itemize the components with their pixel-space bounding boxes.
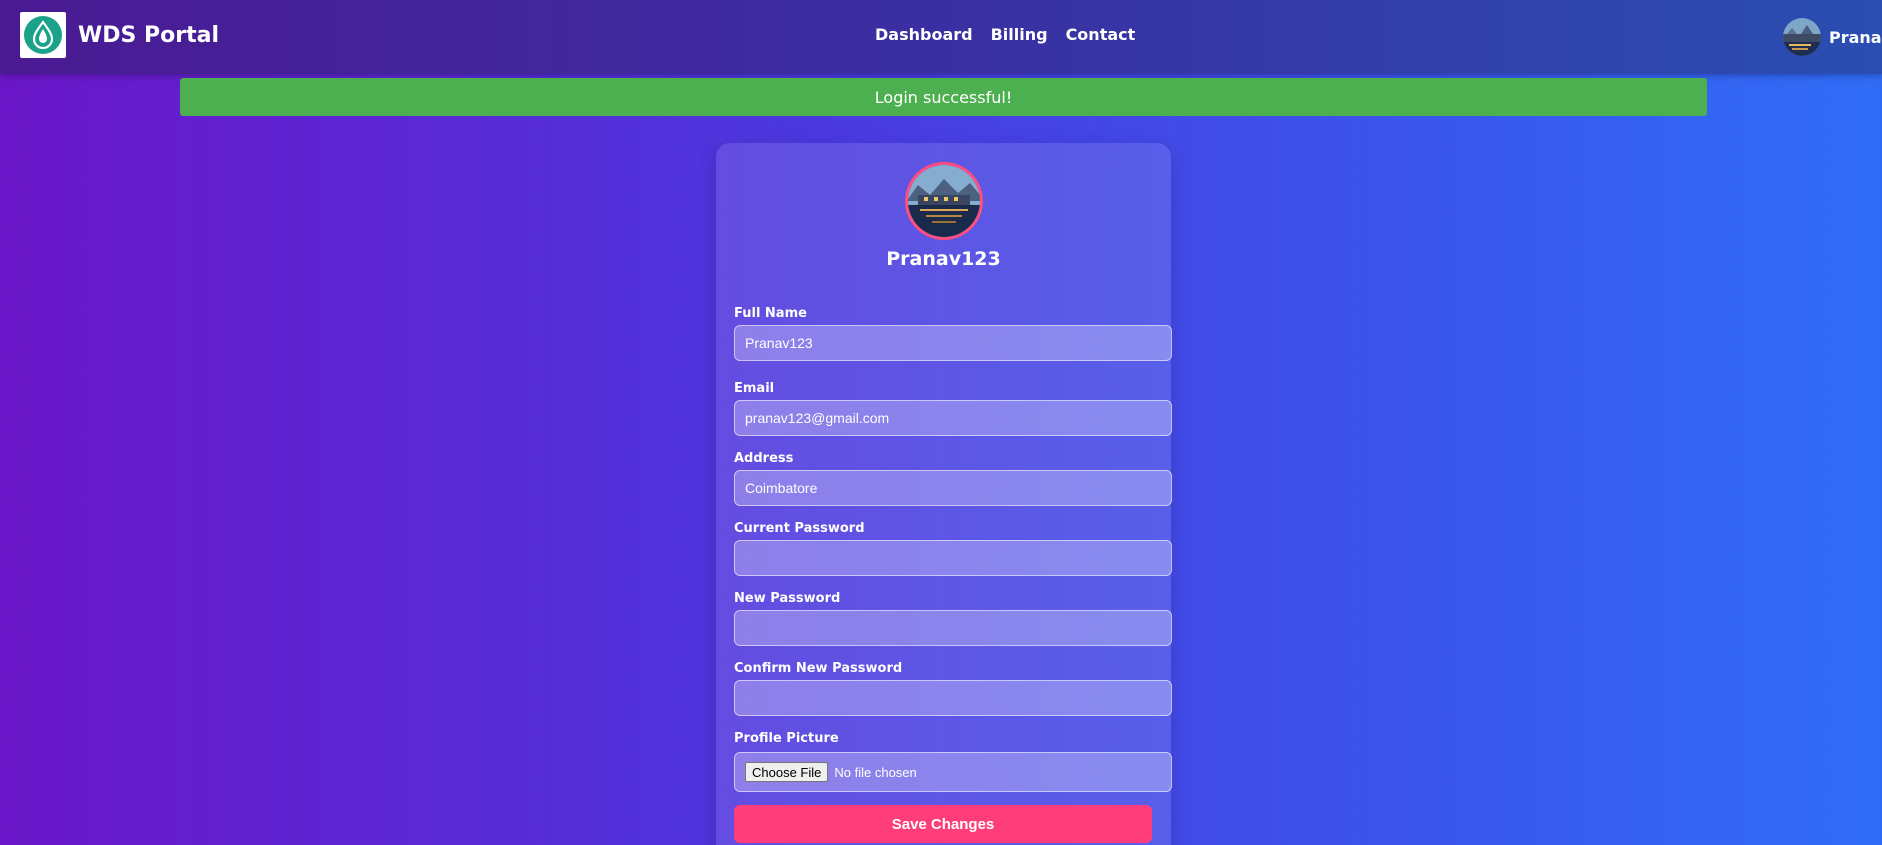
- address-input[interactable]: [734, 470, 1172, 506]
- profile-picture-label: Profile Picture: [734, 731, 839, 746]
- full-name-label: Full Name: [734, 306, 807, 321]
- nav-user-name: Pranav: [1829, 27, 1882, 47]
- navbar: WDS Portal Dashboard Billing Contact Pra…: [0, 0, 1882, 74]
- nav-link-billing[interactable]: Billing: [991, 25, 1048, 44]
- confirm-password-input[interactable]: [734, 680, 1172, 716]
- nav-avatar[interactable]: [1783, 18, 1821, 56]
- nav-link-contact[interactable]: Contact: [1066, 25, 1136, 44]
- address-label: Address: [734, 451, 794, 466]
- current-password-input[interactable]: [734, 540, 1172, 576]
- profile-picture-file-input[interactable]: Choose File No file chosen: [734, 752, 1172, 792]
- profile-card: Pranav123 Full Name Email Address Curren…: [716, 143, 1172, 845]
- choose-file-button[interactable]: Choose File: [745, 762, 829, 782]
- new-password-label: New Password: [734, 591, 841, 606]
- profile-avatar: [905, 162, 983, 240]
- file-status: No file chosen: [834, 764, 917, 780]
- confirm-password-label: Confirm New Password: [734, 661, 903, 676]
- email-label: Email: [734, 381, 775, 396]
- water-drop-icon: [20, 12, 66, 58]
- nav-link-dashboard[interactable]: Dashboard: [875, 25, 973, 44]
- new-password-input[interactable]: [734, 610, 1172, 646]
- email-input[interactable]: [734, 400, 1172, 436]
- success-alert: Login successful!: [180, 78, 1707, 116]
- brand-title: WDS Portal: [78, 22, 220, 48]
- current-password-label: Current Password: [734, 521, 865, 536]
- nav-user-menu[interactable]: Pranav: [1783, 18, 1882, 56]
- save-changes-button[interactable]: Save Changes: [734, 805, 1152, 843]
- brand[interactable]: WDS Portal: [20, 12, 219, 58]
- full-name-input[interactable]: [734, 325, 1172, 361]
- profile-username: Pranav123: [886, 248, 1001, 270]
- nav-links: Dashboard Billing Contact: [875, 25, 1135, 44]
